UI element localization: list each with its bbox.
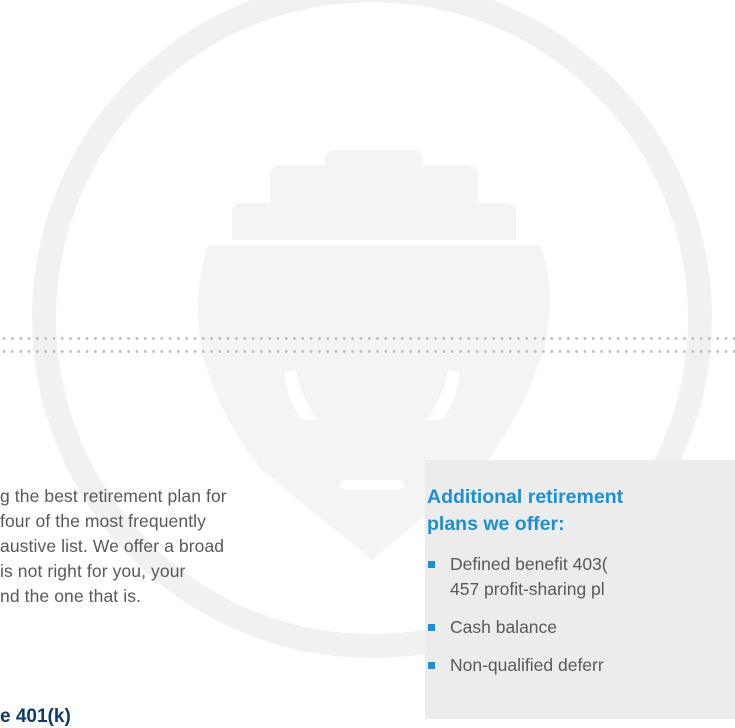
- intro-line: four of the most frequently: [0, 511, 207, 531]
- sidebar-heading-line: Additional retirement: [427, 486, 624, 508]
- intro-line: g the best retirement plan for: [0, 486, 227, 506]
- sidebar-heading: Additional retirement plans we offer:: [427, 484, 623, 538]
- intro-line: austive list. We offer a broad: [0, 536, 225, 556]
- list-item-text: Non-qualified deferr: [450, 655, 604, 675]
- list-item-text: Defined benefit 403(: [450, 554, 608, 574]
- list-item: Cash balance: [427, 615, 608, 640]
- dotted-divider: [0, 332, 735, 358]
- section-heading-401k: e 401(k): [0, 706, 71, 727]
- intro-line: is not right for you, your: [0, 561, 186, 581]
- intro-line: nd the one that is.: [0, 586, 142, 606]
- list-item-text: 457 profit-sharing pl: [450, 579, 605, 599]
- list-item: Defined benefit 403( 457 profit-sharing …: [427, 552, 608, 602]
- retirement-plans-list: Defined benefit 403( 457 profit-sharing …: [427, 552, 608, 678]
- intro-paragraph: g the best retirement plan for four of t…: [0, 484, 400, 609]
- list-item: Non-qualified deferr: [427, 653, 608, 678]
- sidebar-heading-line: plans we offer:: [427, 513, 565, 535]
- list-item-text: Cash balance: [450, 617, 558, 637]
